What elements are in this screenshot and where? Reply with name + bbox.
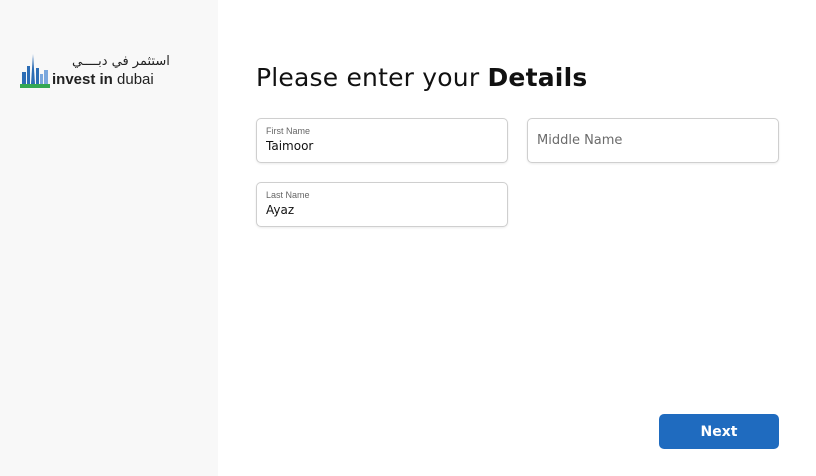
sidebar: استثمر في دبــــي invest in dubai bbox=[0, 0, 218, 476]
brand-latin-regular: dubai bbox=[112, 71, 154, 88]
page-title-bold: Details bbox=[487, 63, 588, 92]
last-name-input[interactable] bbox=[266, 203, 496, 217]
main-content: Please enter your Details First Name Las… bbox=[218, 0, 816, 476]
dubai-skyline-icon bbox=[20, 54, 50, 88]
last-name-label: Last Name bbox=[266, 190, 310, 200]
page-title: Please enter your Details bbox=[256, 63, 587, 92]
first-name-label: First Name bbox=[266, 126, 311, 136]
brand-latin-text: invest in dubai bbox=[52, 71, 154, 88]
next-button[interactable]: Next bbox=[659, 414, 779, 449]
page-title-regular: Please enter your bbox=[256, 63, 488, 92]
last-name-field: Last Name bbox=[256, 182, 508, 227]
middle-name-input[interactable] bbox=[537, 133, 767, 148]
middle-name-field bbox=[527, 118, 779, 163]
brand-latin-bold: invest in bbox=[52, 71, 113, 88]
brand-logo: استثمر في دبــــي invest in dubai bbox=[20, 54, 170, 94]
first-name-input[interactable] bbox=[266, 139, 496, 153]
brand-arabic-text: استثمر في دبــــي bbox=[72, 54, 170, 69]
first-name-field: First Name bbox=[256, 118, 508, 163]
